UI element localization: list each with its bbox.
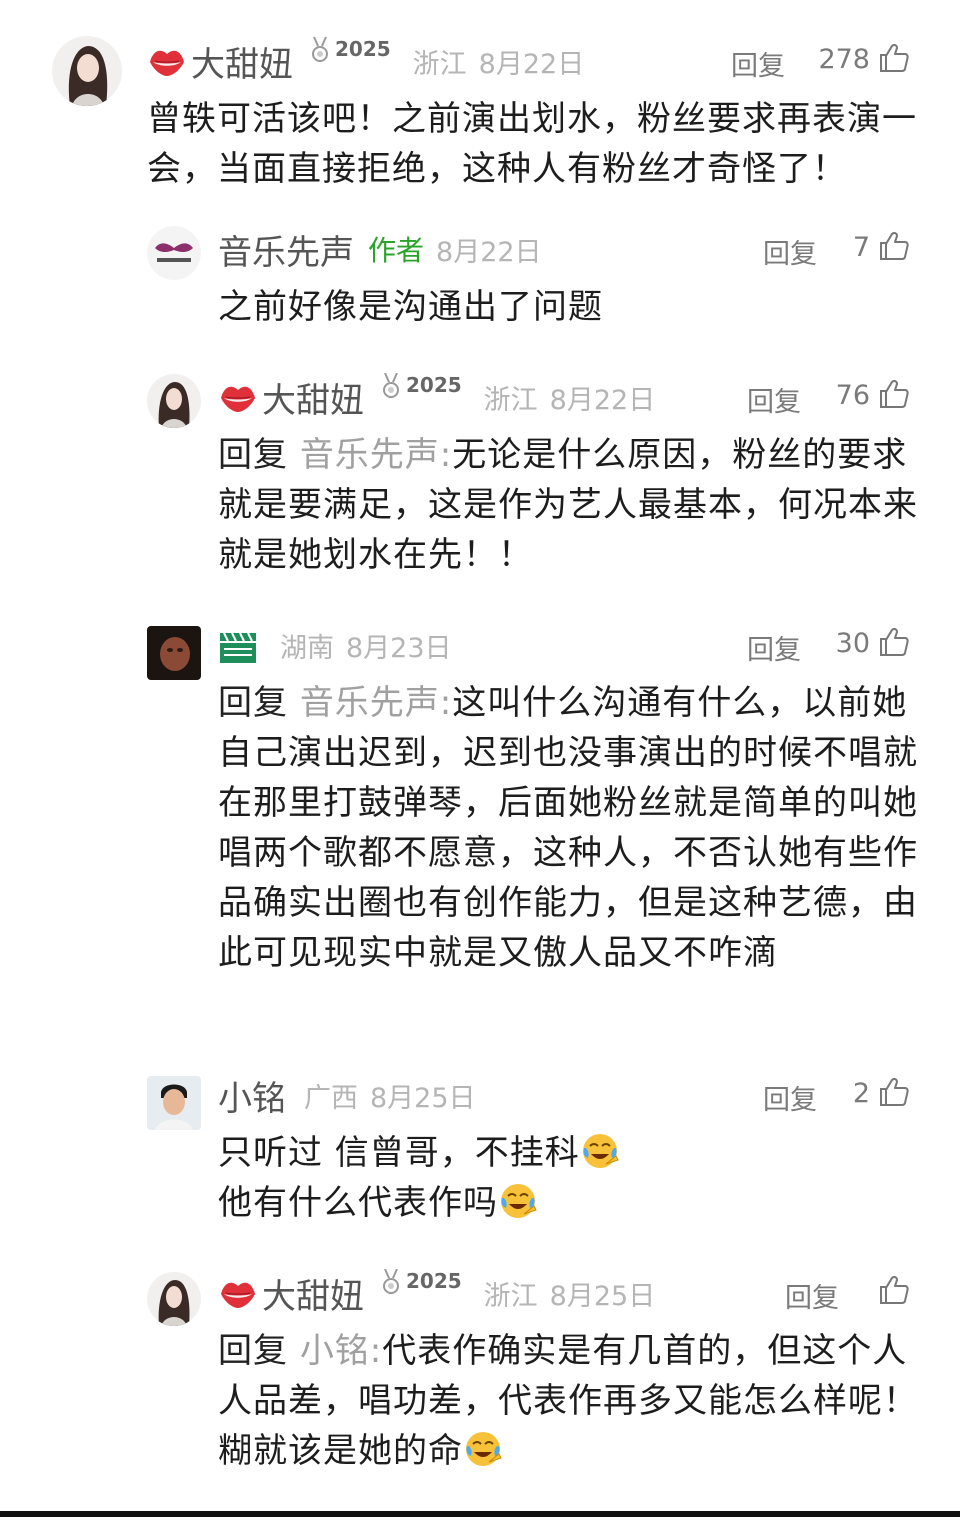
year-badge: 2025 (311, 37, 391, 81)
reply-target-user[interactable]: 小铭: (300, 1331, 382, 1371)
year-badge: 2025 (382, 1269, 462, 1313)
comment-date: 8月22日 (478, 48, 585, 80)
like-count: 76 (835, 380, 870, 411)
region: 湖南 (280, 632, 334, 664)
comment-body: 回复 音乐先声:这叫什么沟通有什么，以前她自己演出迟到，迟到也没事演出的时候不唱… (218, 678, 918, 978)
red-lips-icon (218, 1276, 258, 1310)
like-count: 7 (852, 232, 870, 263)
thumbs-up-icon[interactable] (878, 626, 910, 658)
medal-icon (382, 1269, 400, 1295)
avatar[interactable] (147, 626, 201, 680)
bottom-edge-bar (0, 1511, 960, 1517)
laughing-crying-emoji (580, 1130, 620, 1170)
comment-body: 曾轶可活该吧！之前演出划水，粉丝要求再表演一会，当面直接拒绝，这种人有粉丝才奇怪… (147, 99, 917, 189)
reply-target-user[interactable]: 音乐先声: (300, 683, 452, 723)
thumbs-up-icon[interactable] (878, 1274, 910, 1306)
film-clapper-icon (220, 632, 256, 663)
reply-button[interactable]: 回复 (763, 1078, 817, 1117)
like-count: 278 (818, 44, 870, 75)
comment-body: 之前好像是沟通出了问题 (218, 287, 603, 327)
reply-prefix: 回复 (218, 435, 288, 475)
thumbs-up-icon[interactable] (878, 1076, 910, 1108)
like-count: 30 (835, 628, 870, 659)
avatar[interactable] (147, 1076, 201, 1130)
avatar[interactable] (147, 1272, 201, 1326)
comment-text: 这叫什么沟通有什么，以前她自己演出迟到，迟到也没事演出的时候不唱就在那里打鼓弹琴… (218, 683, 918, 973)
username[interactable]: 大甜妞 (262, 373, 364, 422)
avatar[interactable] (147, 374, 201, 428)
comment-date: 8月23日 (346, 632, 452, 664)
reply-prefix: 回复 (218, 683, 288, 723)
laughing-crying-emoji (463, 1428, 503, 1468)
comment-text-line: 他有什么代表作吗 (218, 1183, 498, 1223)
username[interactable]: 大甜妞 (262, 1269, 364, 1318)
thumbs-up-icon[interactable] (878, 42, 910, 74)
comment-text-line: 只听过 信曾哥，不挂科 (218, 1133, 580, 1173)
username[interactable]: 音乐先声 (218, 225, 354, 274)
red-lips-icon (147, 44, 187, 78)
username[interactable]: 小铭 (218, 1071, 286, 1120)
reply-button[interactable]: 回复 (747, 628, 801, 667)
like-count: 2 (852, 1078, 870, 1109)
medal-icon (382, 373, 400, 399)
region: 浙江 (412, 48, 467, 80)
reply-button[interactable]: 回复 (763, 232, 817, 271)
comment-date: 8月22日 (549, 384, 656, 416)
avatar[interactable] (147, 226, 201, 280)
comment-body: 回复 音乐先声:无论是什么原因，粉丝的要求就是要满足，这是作为艺人最基本，何况本… (218, 430, 918, 580)
comment-date: 8月25日 (370, 1082, 476, 1114)
medal-icon (311, 37, 329, 63)
reply-button[interactable]: 回复 (731, 44, 785, 83)
region: 浙江 (483, 1280, 538, 1312)
comment-date: 8月25日 (549, 1280, 656, 1312)
reply-button[interactable]: 回复 (747, 380, 801, 419)
avatar[interactable] (52, 36, 122, 106)
laughing-crying-emoji (498, 1180, 538, 1220)
region: 广西 (304, 1082, 358, 1114)
reply-target-user[interactable]: 音乐先声: (300, 435, 452, 475)
comment-body: 回复 小铭:代表作确实是有几首的，但这个人人品差，唱功差，代表作再多又能怎么样呢… (218, 1326, 918, 1476)
username[interactable]: 大甜妞 (191, 37, 293, 86)
year-badge: 2025 (382, 373, 462, 417)
red-lips-icon (218, 380, 258, 414)
reply-prefix: 回复 (218, 1331, 288, 1371)
thumbs-up-icon[interactable] (878, 378, 910, 410)
comment-body: 只听过 信曾哥，不挂科 他有什么代表作吗 (218, 1128, 918, 1228)
reply-button[interactable]: 回复 (785, 1276, 839, 1315)
thumbs-up-icon[interactable] (878, 230, 910, 262)
comment-date: 8月22日 (436, 236, 542, 268)
region: 浙江 (483, 384, 538, 416)
author-tag: 作者 (368, 234, 425, 267)
